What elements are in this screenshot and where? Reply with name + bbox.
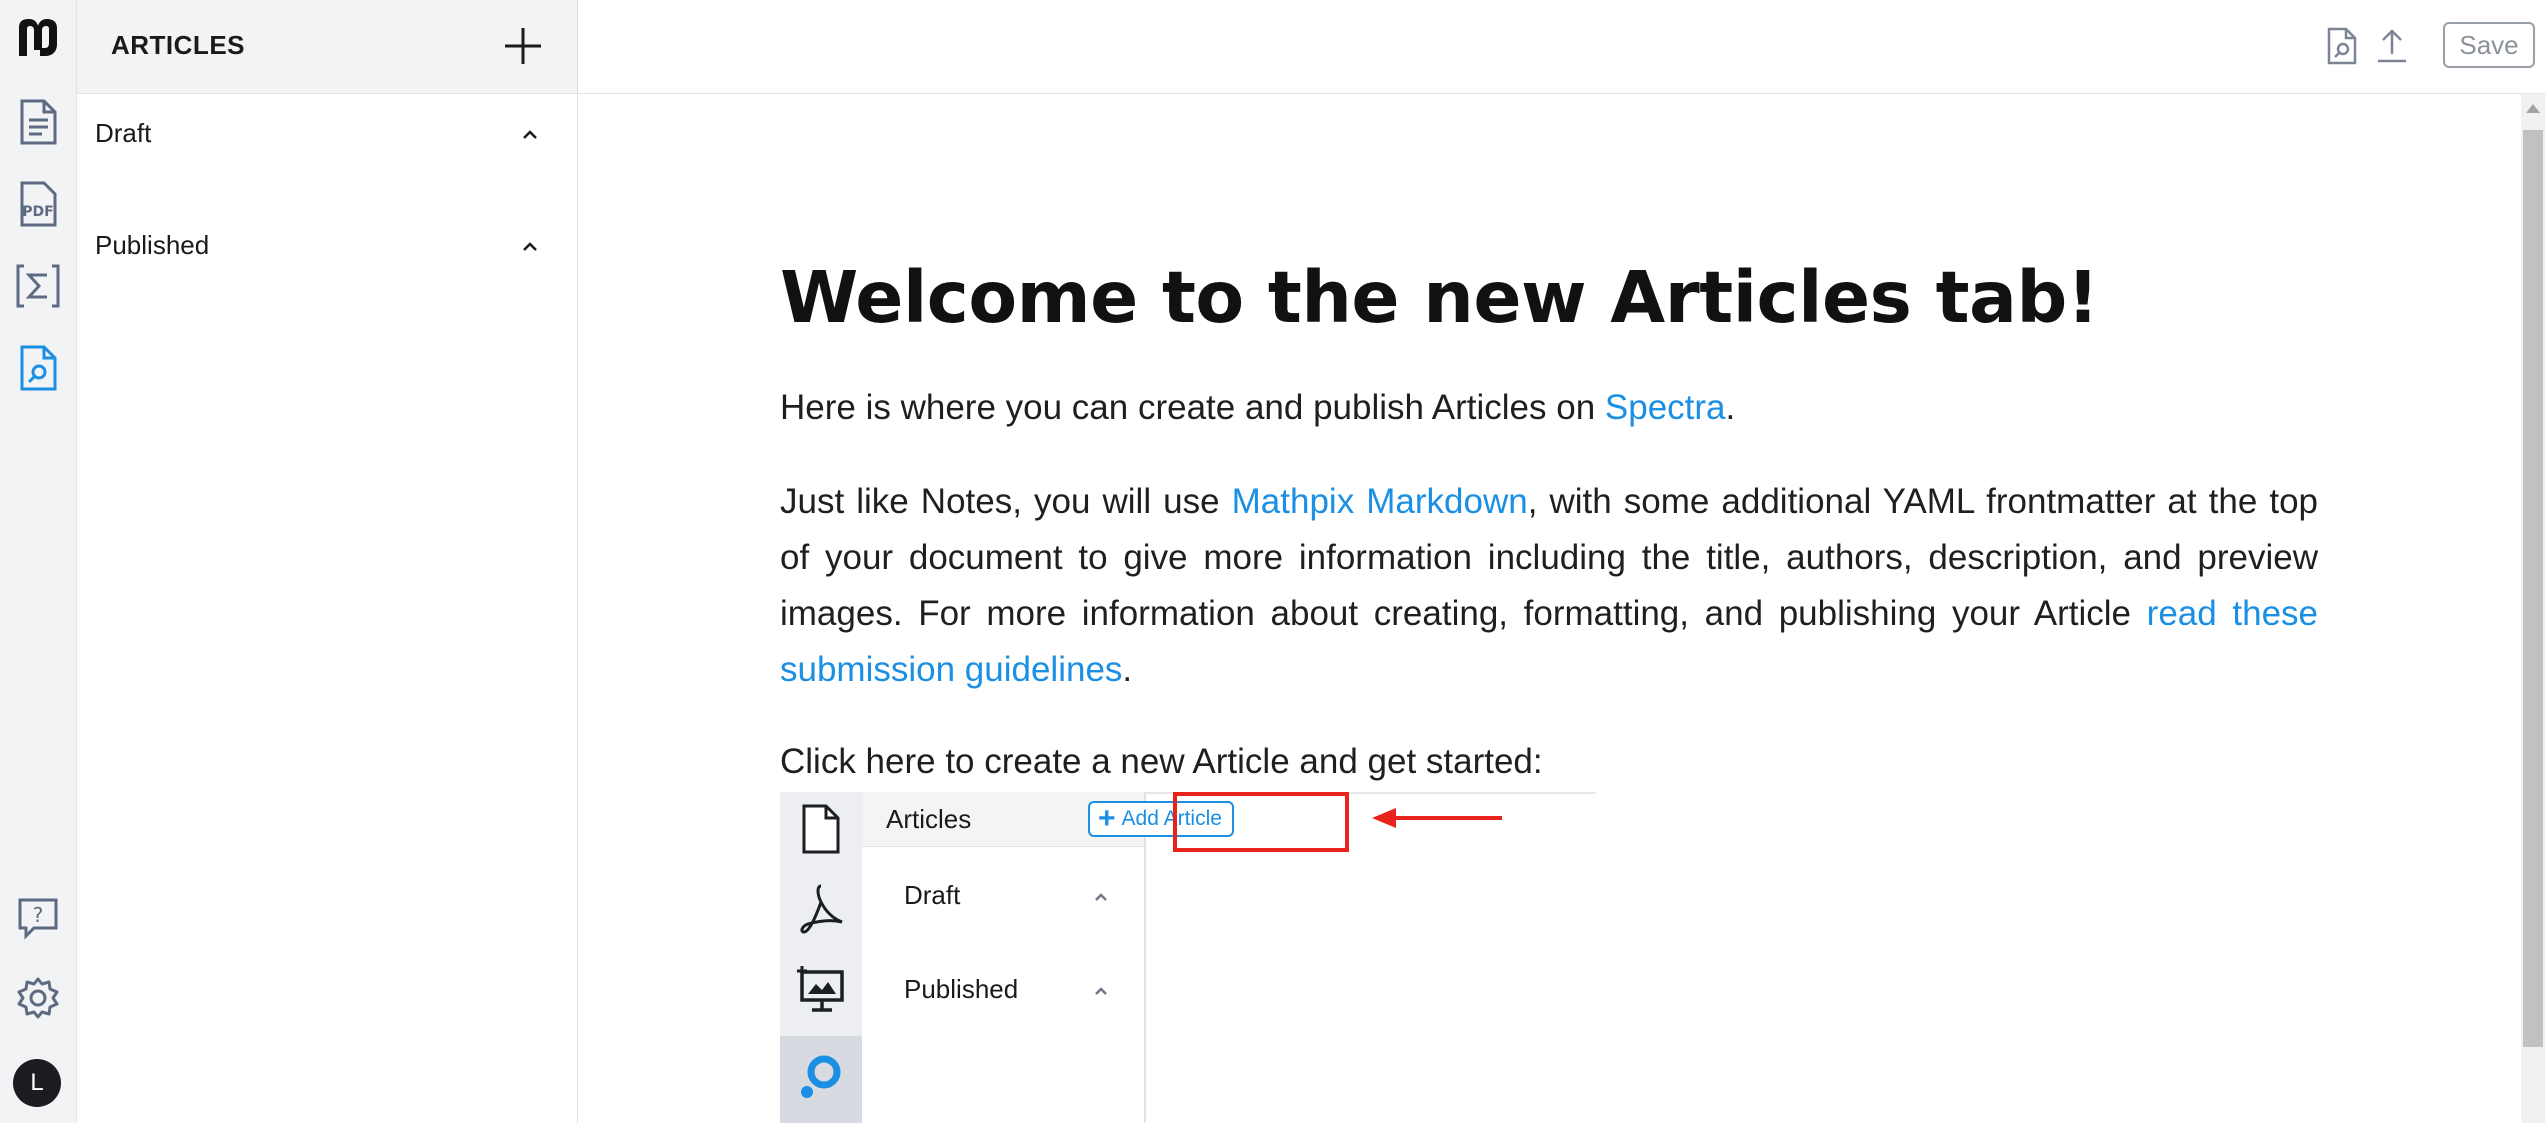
plus-icon: + [1098, 802, 1116, 835]
page-title: Welcome to the new Articles tab! [780, 256, 2099, 339]
svg-text:?: ? [33, 903, 44, 927]
chevron-up-icon[interactable] [519, 124, 541, 146]
upload-icon[interactable] [2372, 26, 2412, 66]
article-search-icon [801, 1055, 841, 1098]
article-preview-icon[interactable] [2322, 26, 2362, 66]
chevron-up-icon [1095, 987, 1107, 995]
mathpix-logo-icon[interactable] [10, 10, 66, 66]
sidebar-section-draft[interactable]: Draft [77, 100, 577, 170]
svg-text:PDF: PDF [22, 204, 53, 220]
sidebar-header: ARTICLES [77, 0, 577, 94]
app-rail: PDF ? L [0, 0, 77, 1123]
plus-icon [505, 28, 541, 64]
add-article-illustration: Articles + Add Article Draft Published [780, 792, 1596, 1123]
mathpix-markdown-link[interactable]: Mathpix Markdown [1232, 482, 1528, 521]
illustration-header-label: Articles [886, 804, 972, 834]
red-arrow-icon [1372, 808, 1502, 828]
illustration-section-published: Published [862, 962, 1144, 1022]
section-label: Published [95, 230, 210, 260]
sidebar-section-published[interactable]: Published [77, 212, 577, 282]
article-body: Welcome to the new Articles tab! [780, 250, 2318, 346]
markdown-paragraph: Just like Notes, you will use Mathpix Ma… [780, 482, 2319, 689]
pdf-icon[interactable]: PDF [10, 176, 66, 232]
chevron-up-icon [1095, 893, 1107, 901]
chevron-up-icon[interactable] [519, 236, 541, 258]
section-label: Draft [95, 118, 152, 148]
document-icon[interactable] [10, 94, 66, 150]
add-article-button[interactable] [499, 22, 547, 70]
avatar[interactable]: L [13, 1059, 61, 1107]
article-icon[interactable] [10, 340, 66, 396]
gear-icon[interactable] [10, 970, 66, 1026]
sidebar-title: ARTICLES [111, 30, 245, 60]
spectra-link[interactable]: Spectra [1605, 388, 1726, 427]
highlight-box [1173, 792, 1349, 852]
document-icon [802, 804, 840, 854]
save-button[interactable]: Save [2443, 22, 2535, 68]
intro-paragraph: Here is where you can create and publish… [780, 388, 1736, 427]
scrollbar-thumb[interactable] [2523, 130, 2543, 1047]
get-started-paragraph: Click here to create a new Article and g… [780, 742, 1543, 781]
top-toolbar [578, 0, 2545, 94]
help-icon[interactable]: ? [10, 890, 66, 946]
articles-sidebar: ARTICLES Draft Published [77, 0, 578, 1123]
illustration-section-draft: Draft [862, 868, 1144, 928]
scroll-up-arrow-icon[interactable] [2526, 104, 2540, 113]
sigma-icon[interactable] [10, 258, 66, 314]
illustration-panel: Articles [862, 792, 1146, 1123]
slides-icon [797, 966, 844, 1012]
pdf-icon [800, 884, 843, 934]
